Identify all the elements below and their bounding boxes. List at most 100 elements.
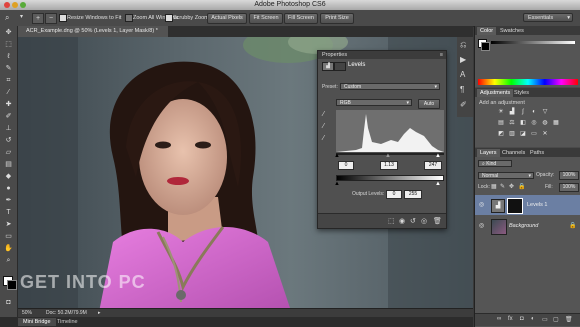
tab-adjustments[interactable]: Adjustments	[477, 89, 514, 97]
gray-point-eyedropper-icon[interactable]: ⁄	[323, 123, 324, 130]
input-white-field[interactable]: 247	[424, 161, 442, 170]
trash-icon[interactable]: 🗑	[433, 217, 442, 225]
clone-stamp-tool-icon[interactable]: ⊥	[3, 124, 14, 134]
type-tool-icon[interactable]: T	[3, 208, 14, 218]
layer-mask-thumbnail[interactable]	[507, 198, 523, 214]
workspace-switcher[interactable]: Essentials ▾	[523, 13, 573, 22]
tab-channels[interactable]: Channels	[499, 149, 528, 157]
layer-row[interactable]: ◎ ▟ Levels 1	[475, 195, 580, 215]
hue-saturation-icon[interactable]: ▤	[497, 120, 505, 127]
visibility-eye-icon[interactable]: ◎	[421, 217, 427, 225]
channel-mixer-icon[interactable]: ◍	[541, 120, 549, 127]
path-selection-tool-icon[interactable]: ➤	[3, 220, 14, 230]
color-slider[interactable]	[491, 41, 575, 44]
zoom-tool-icon[interactable]: ⌕	[5, 13, 15, 22]
lock-all-icon[interactable]: 🔒	[518, 183, 525, 190]
input-black-field[interactable]: 0	[338, 161, 354, 170]
quick-select-tool-icon[interactable]: ✎	[3, 64, 14, 74]
blend-mode-dropdown[interactable]: Normal ▾	[478, 172, 534, 179]
reset-icon[interactable]: ↺	[410, 217, 416, 225]
posterize-icon[interactable]: ▥	[508, 131, 516, 138]
add-mask-icon[interactable]: ◘	[520, 316, 524, 322]
zoom-in-icon[interactable]: +	[32, 13, 44, 24]
fill-screen-button[interactable]: Fill Screen	[284, 13, 318, 24]
print-size-button[interactable]: Print Size	[320, 13, 354, 24]
lock-image-icon[interactable]: ✎	[500, 183, 505, 190]
channel-dropdown[interactable]: RGB ▾	[336, 99, 412, 106]
visibility-eye-icon[interactable]: ◎	[479, 222, 484, 229]
healing-brush-tool-icon[interactable]: ✚	[3, 100, 14, 110]
visibility-eye-icon[interactable]: ◎	[479, 201, 484, 208]
vibrance-icon[interactable]: ▽	[541, 109, 549, 116]
new-layer-icon[interactable]: ▢	[553, 316, 559, 323]
tab-timeline[interactable]: Timeline	[52, 318, 83, 326]
fill-field[interactable]: 100%	[559, 183, 579, 192]
lock-transparent-icon[interactable]: ▦	[491, 183, 497, 190]
brush-panel-icon[interactable]: ✐	[460, 100, 467, 109]
tool-preset-dropdown[interactable]: ▾	[20, 13, 23, 22]
tab-layers[interactable]: Layers	[477, 149, 500, 157]
output-black-field[interactable]: 0	[386, 190, 402, 199]
tab-color[interactable]: Color	[477, 27, 497, 35]
lasso-tool-icon[interactable]: ℓ	[3, 52, 14, 62]
paragraph-panel-icon[interactable]: ¶	[460, 85, 464, 94]
brightness-contrast-icon[interactable]: ☀	[497, 109, 505, 116]
hand-tool-icon[interactable]: ✋	[3, 244, 14, 254]
crop-tool-icon[interactable]: ⌗	[3, 76, 14, 86]
trash-icon[interactable]: 🗑	[565, 316, 573, 323]
gradient-tool-icon[interactable]: ▤	[3, 160, 14, 170]
opacity-field[interactable]: 100%	[559, 171, 579, 180]
panel-menu-icon[interactable]: ≡	[440, 51, 443, 59]
view-previous-icon[interactable]: ◉	[399, 217, 405, 225]
properties-header[interactable]: Properties ≡	[318, 51, 446, 59]
brush-tool-icon[interactable]: ✐	[3, 112, 14, 122]
scrubby-zoom-checkbox[interactable]	[165, 14, 173, 22]
black-white-icon[interactable]: ◧	[519, 120, 527, 127]
white-point-eyedropper-icon[interactable]: ⁄	[323, 135, 324, 142]
move-tool-icon[interactable]: ✥	[3, 28, 14, 38]
zoom-window-button[interactable]	[20, 2, 26, 8]
zoom-tool-icon[interactable]: ⌕	[3, 256, 14, 266]
threshold-icon[interactable]: ◪	[519, 131, 527, 138]
tab-swatches[interactable]: Swatches	[497, 27, 527, 35]
history-brush-tool-icon[interactable]: ↺	[3, 136, 14, 146]
input-white-slider[interactable]: ▲	[435, 153, 441, 159]
preset-dropdown[interactable]: Custom ▾	[340, 83, 440, 90]
marquee-tool-icon[interactable]: ⬚	[3, 40, 14, 50]
output-black-slider[interactable]: ▲	[334, 181, 340, 187]
input-gray-field[interactable]: 1.13	[380, 161, 398, 170]
link-layers-icon[interactable]: ∞	[497, 316, 501, 322]
invert-icon[interactable]: ◩	[497, 131, 505, 138]
actions-panel-icon[interactable]: ▶	[460, 55, 466, 64]
fit-screen-button[interactable]: Fit Screen	[249, 13, 283, 24]
auto-button[interactable]: Auto	[418, 99, 440, 109]
color-lookup-icon[interactable]: ▦	[552, 120, 560, 127]
color-balance-icon[interactable]: ⚖	[508, 120, 516, 127]
tab-styles[interactable]: Styles	[511, 89, 532, 97]
tab-mini-bridge[interactable]: Mini Bridge	[18, 318, 56, 326]
output-white-slider[interactable]: ▲	[435, 181, 441, 187]
history-panel-icon[interactable]: ⎌	[460, 40, 466, 50]
pen-tool-icon[interactable]: ✒	[3, 196, 14, 206]
resize-windows-checkbox[interactable]	[59, 14, 67, 22]
document-tab[interactable]: ACR_Example.dng @ 50% (Levels 1, Layer M…	[18, 26, 168, 37]
zoom-all-windows-checkbox[interactable]	[125, 14, 133, 22]
zoom-out-icon[interactable]: −	[45, 13, 57, 24]
selective-color-icon[interactable]: ✕	[541, 131, 549, 138]
exposure-icon[interactable]: ◐	[530, 109, 538, 116]
new-adjustment-icon[interactable]: ◐	[531, 316, 535, 322]
blur-tool-icon[interactable]: ◆	[3, 172, 14, 182]
black-point-eyedropper-icon[interactable]: ⁄	[323, 111, 324, 118]
actual-pixels-button[interactable]: Actual Pixels	[207, 13, 247, 24]
character-panel-icon[interactable]: A	[460, 70, 465, 79]
background-color-swatch[interactable]	[7, 280, 17, 290]
eraser-tool-icon[interactable]: ▱	[3, 148, 14, 158]
layer-mask-icon[interactable]	[334, 62, 346, 71]
shape-tool-icon[interactable]: ▭	[3, 232, 14, 242]
photo-filter-icon[interactable]: ◎	[530, 120, 538, 127]
input-gray-slider[interactable]: ▲	[385, 153, 391, 159]
layer-filter-dropdown[interactable]: ⌕ Kind	[478, 160, 512, 167]
background-color-swatch[interactable]	[481, 42, 490, 51]
layer-style-icon[interactable]: fx	[508, 316, 513, 322]
close-window-button[interactable]	[4, 2, 10, 8]
